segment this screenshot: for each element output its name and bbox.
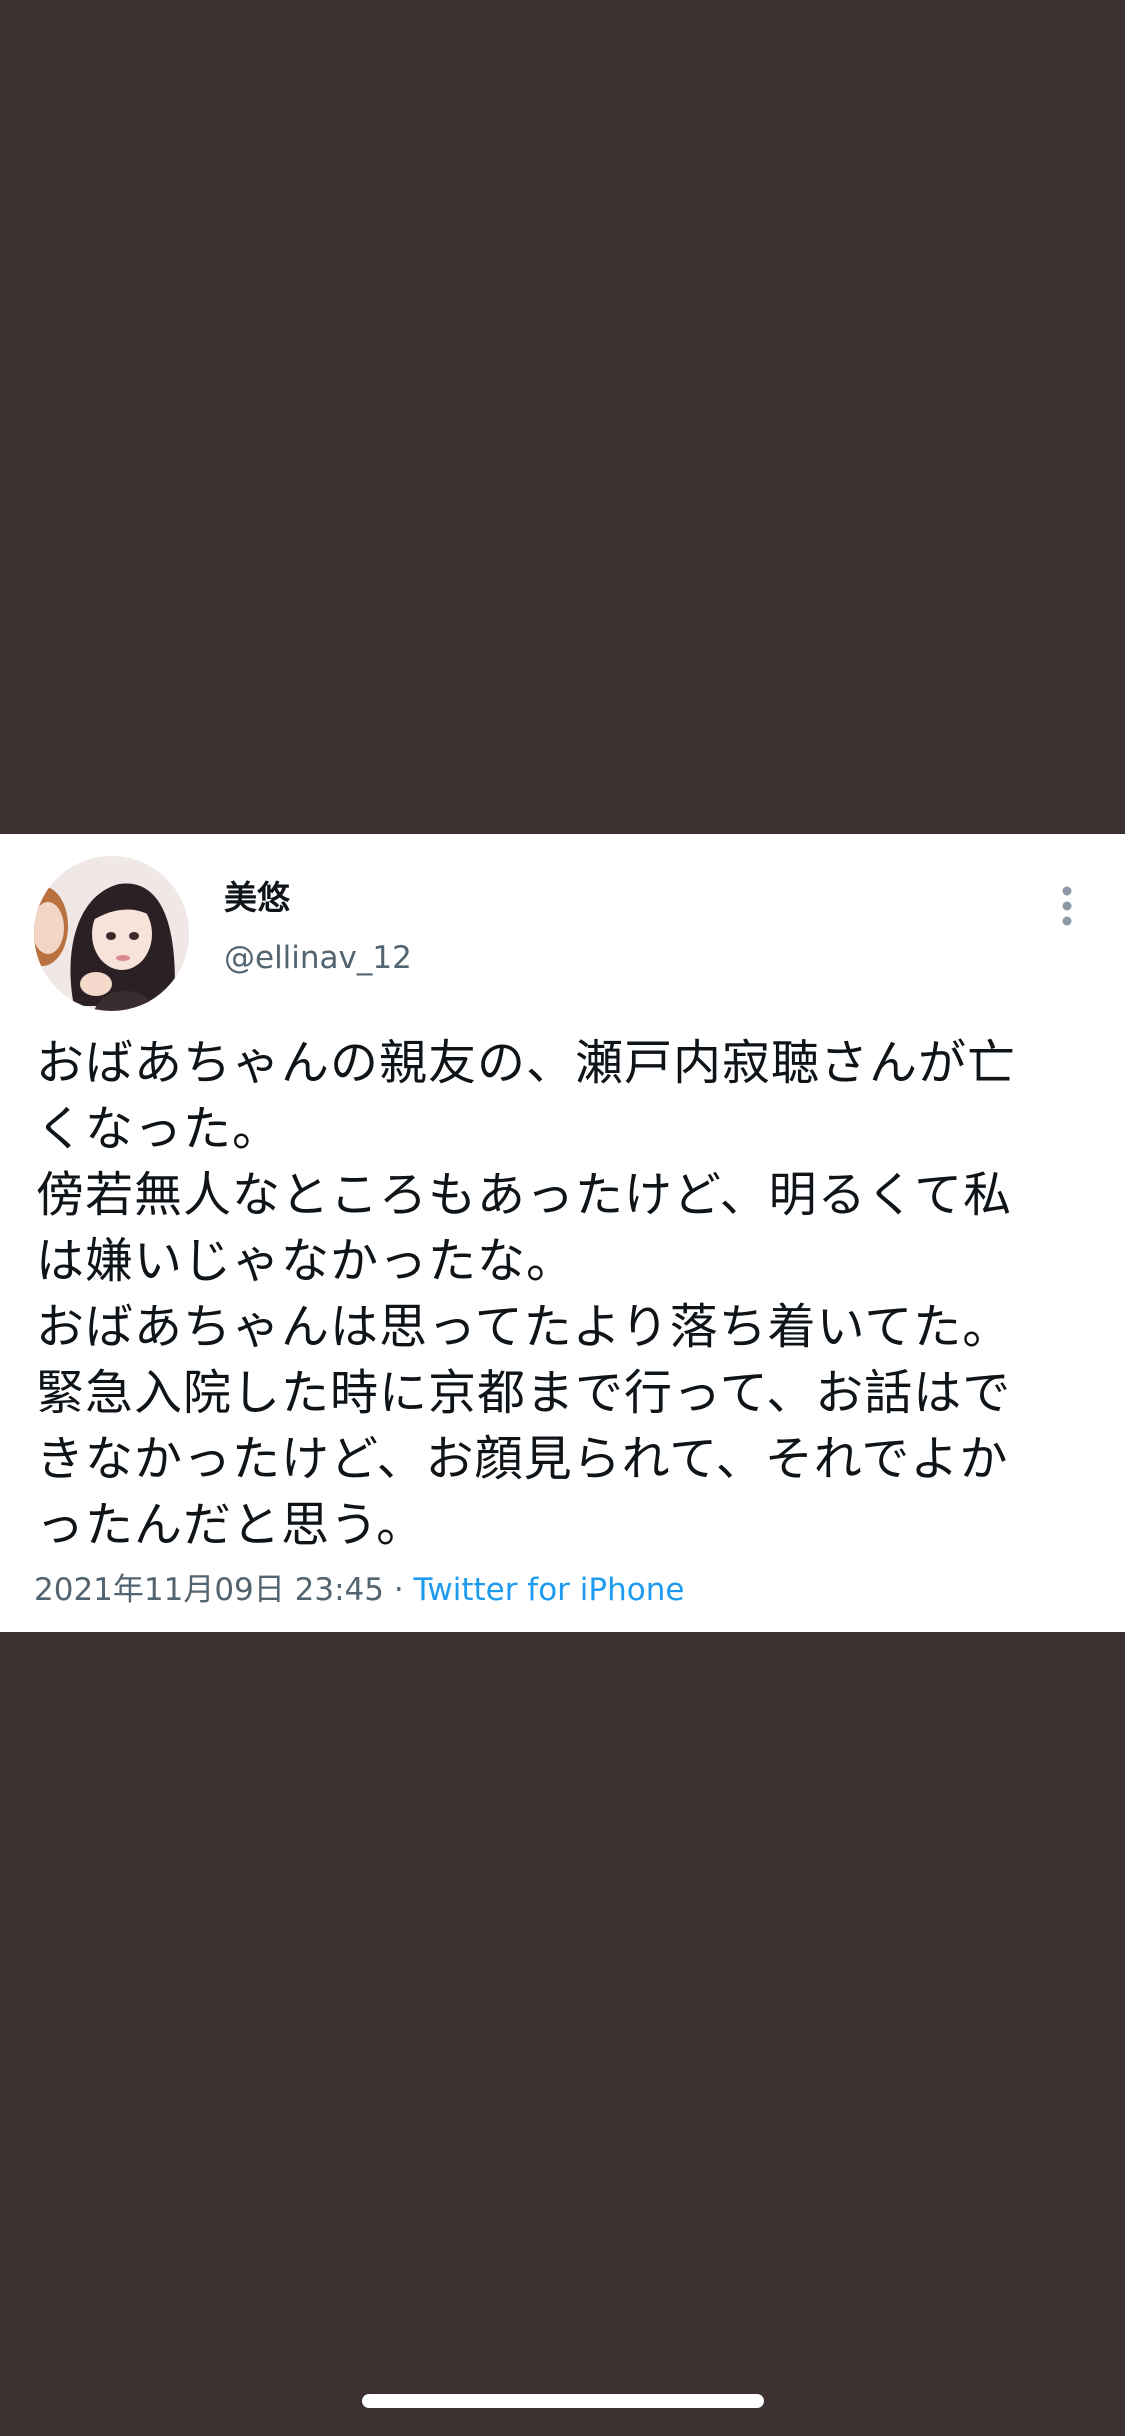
tweet-text-line: ったんだと思う。 [36, 1497, 426, 1553]
tweet-text-line: くなった。 [36, 1101, 282, 1157]
tweet-text: おばあちゃんの親友の、瀬戸内寂聴さんが亡 くなった。 傍若無人なところもあったけ… [36, 1030, 1096, 1558]
more-vertical-icon[interactable] [1052, 884, 1082, 928]
home-indicator[interactable] [362, 2394, 764, 2408]
tweet-text-line: は嫌いじゃなかったな。 [36, 1233, 576, 1289]
tweet-source-link[interactable]: Twitter for iPhone [414, 1572, 685, 1608]
user-handle[interactable]: @ellinav_12 [224, 938, 412, 978]
tweet-text-line: おばあちゃんは思ってたより落ち着いてた。 [36, 1299, 1012, 1355]
tweet-text-line: 傍若無人なところもあったけど、明るくて私 [36, 1167, 1013, 1223]
avatar[interactable] [34, 856, 189, 1011]
screen: 美悠 @ellinav_12 おばあちゃんの親友の、瀬戸内寂聴さんが亡 くなった… [0, 0, 1125, 2436]
meta-separator: · [383, 1572, 414, 1608]
tweet-text-line: きなかったけど、お顔見られて、それでよか [36, 1431, 1009, 1487]
tweet-meta: 2021年11月09日 23:45 · Twitter for iPhone [34, 1570, 684, 1610]
display-name[interactable]: 美悠 [224, 878, 290, 918]
tweet-timestamp[interactable]: 2021年11月09日 23:45 [34, 1572, 384, 1608]
tweet-text-line: おばあちゃんの親友の、瀬戸内寂聴さんが亡 [36, 1035, 1017, 1091]
tweet-text-line: 緊急入院した時に京都まで行って、お話はで [36, 1365, 1012, 1421]
tweet-card[interactable]: 美悠 @ellinav_12 おばあちゃんの親友の、瀬戸内寂聴さんが亡 くなった… [0, 834, 1125, 1632]
